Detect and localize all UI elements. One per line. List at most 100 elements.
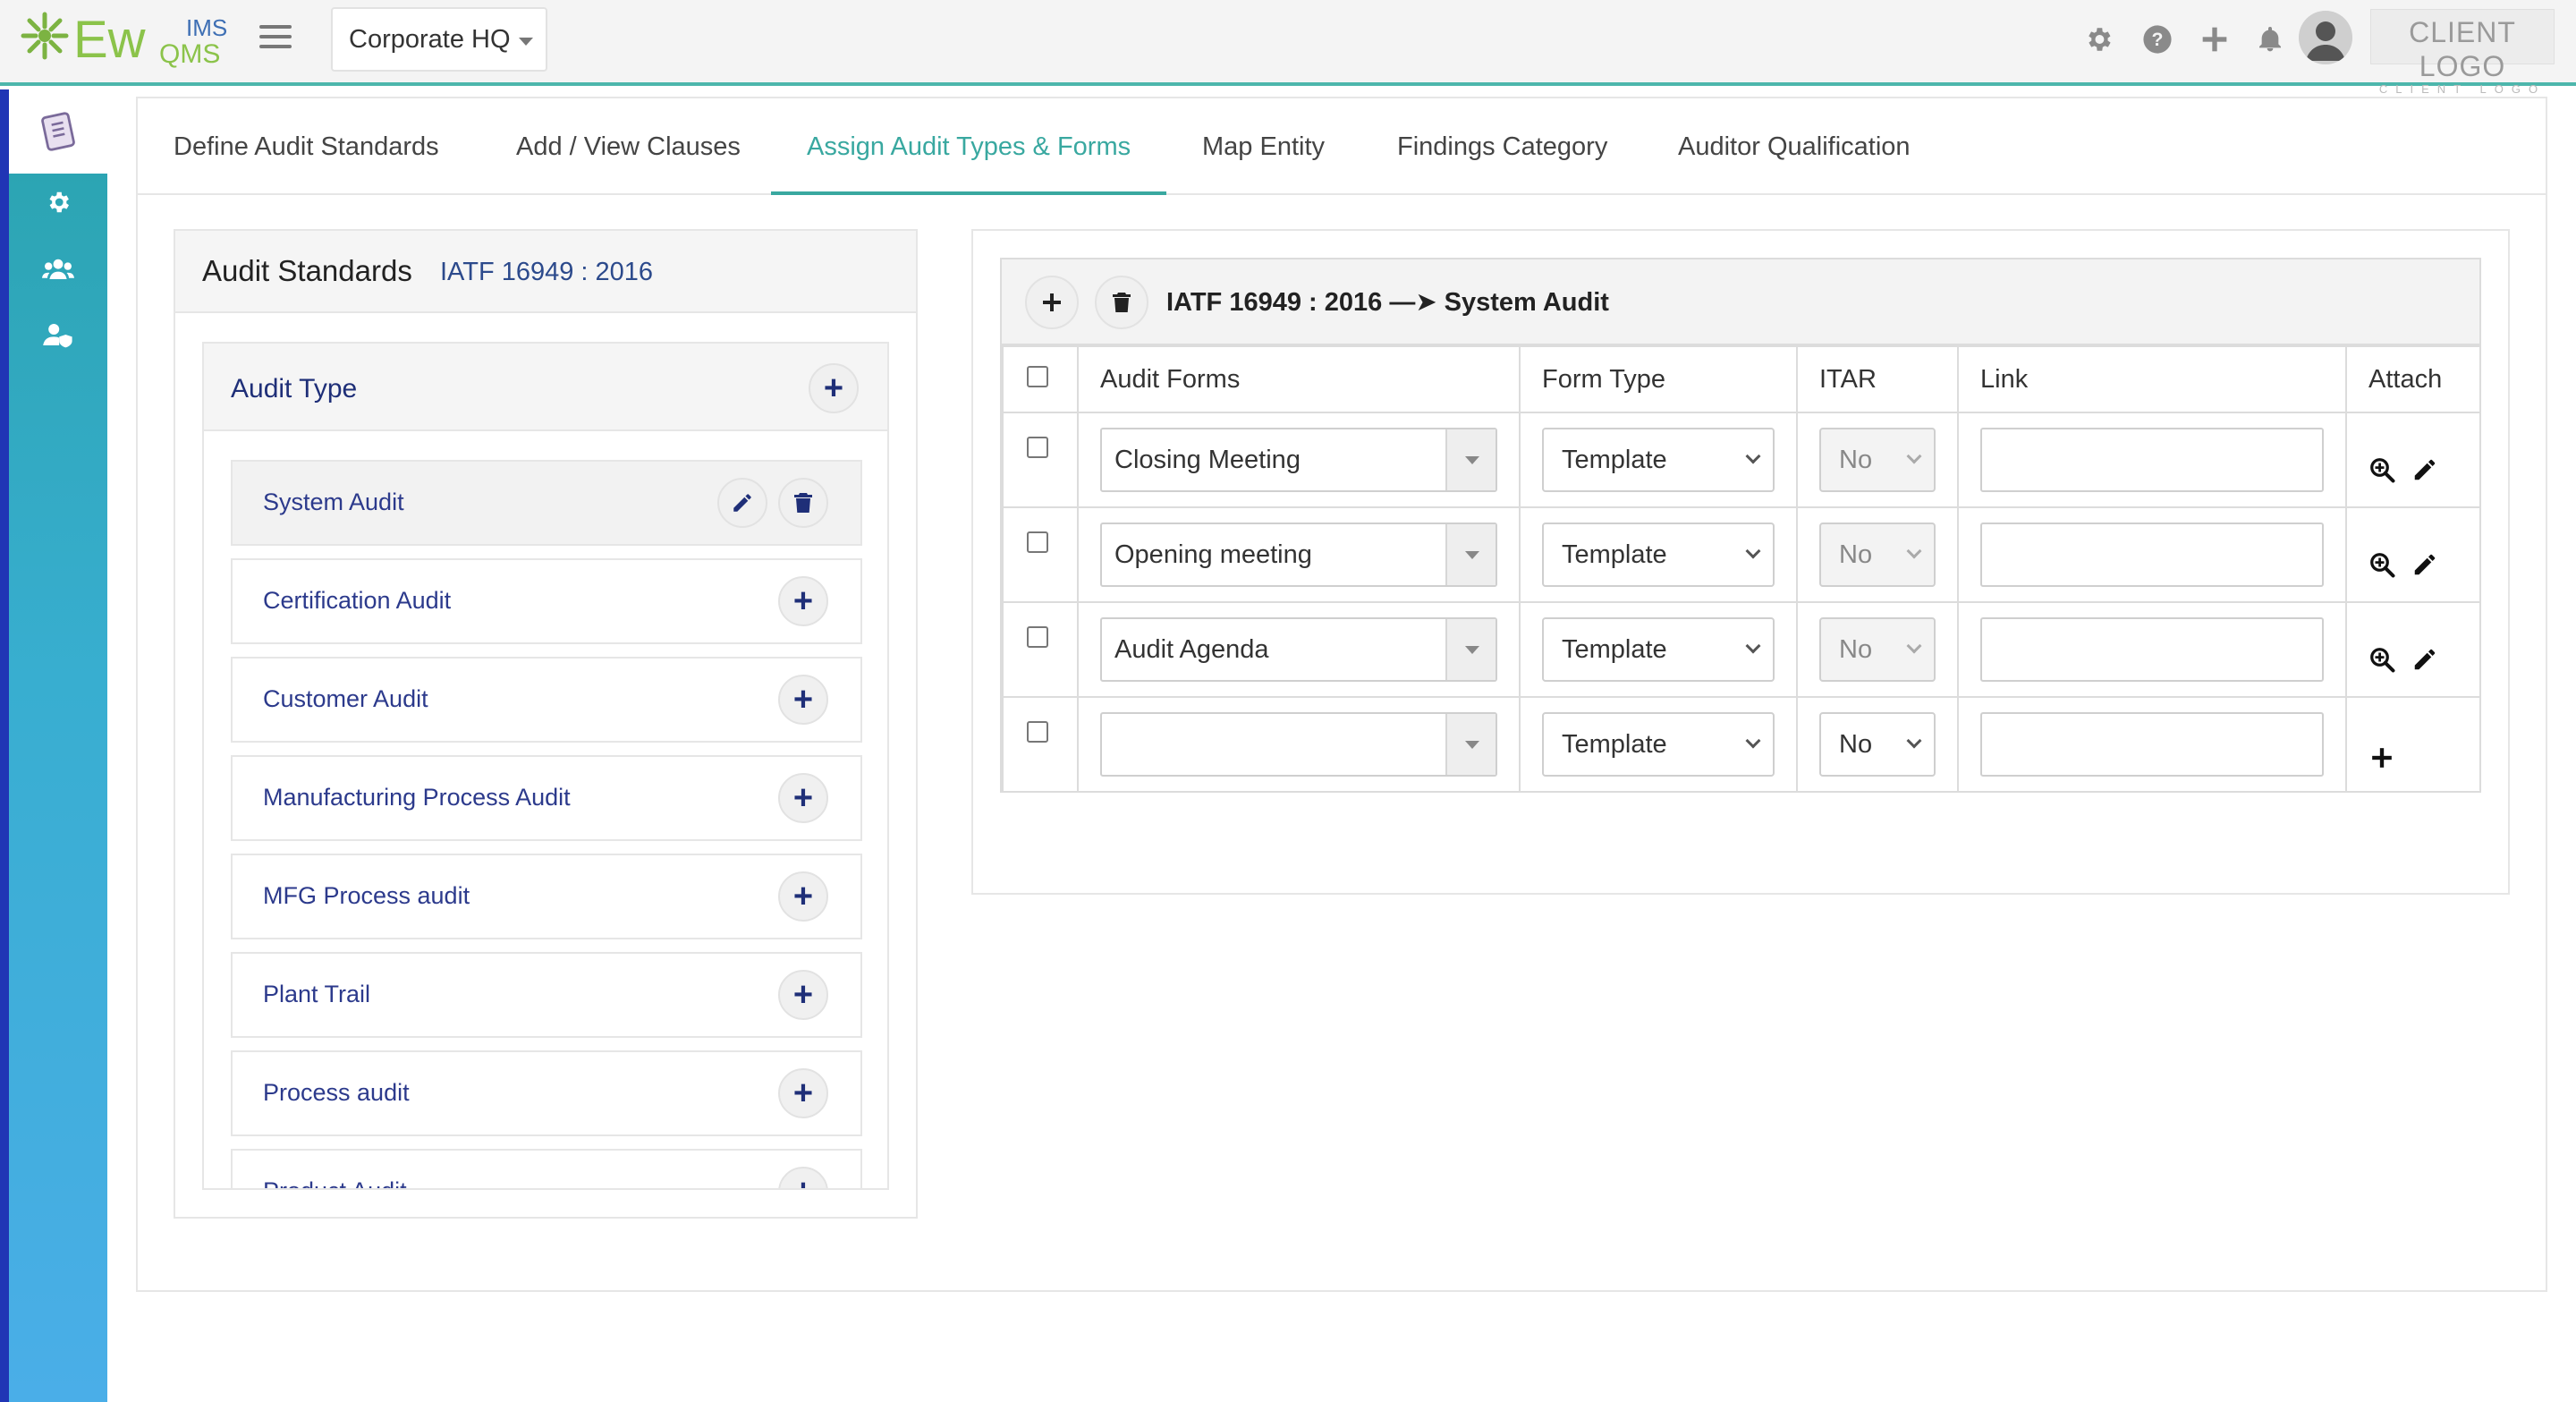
itar-select: No [1819,617,1936,682]
tab-assign-audit-types-forms[interactable]: Assign Audit Types & Forms [771,98,1167,195]
audit-type-item[interactable]: MFG Process audit + [231,854,862,939]
delete-rows-button[interactable] [1095,276,1148,329]
audit-type-list: Audit Type + System Audit Certification … [202,342,889,1190]
tab-findings-category[interactable]: Findings Category [1397,98,1607,195]
dropdown-toggle[interactable] [1445,524,1496,585]
tab-map-entity[interactable]: Map Entity [1202,98,1325,195]
form-type-select[interactable]: Template [1542,523,1775,587]
audit-form-combobox[interactable]: Opening meeting [1100,523,1497,587]
plus-icon: + [792,1075,814,1112]
row-checkbox[interactable] [1027,626,1048,648]
client-logo: CLIENT LOGO CLIENT LOGO [2370,9,2555,96]
form-type-select[interactable]: Template [1542,712,1775,777]
select-all-cell [1002,345,1079,413]
grid-toolbar: IATF 16949 : 2016 —➤ System Audit [1002,259,2479,345]
add-form-button[interactable]: + [778,576,828,626]
add-row-button[interactable] [1025,276,1079,329]
dropdown-toggle[interactable] [1445,619,1496,680]
svg-text:?: ? [2152,29,2164,50]
audit-form-combobox[interactable]: Audit Agenda [1100,617,1497,682]
caret-down-icon [1465,456,1479,464]
audit-type-item[interactable]: Customer Audit + [231,657,862,743]
settings-gear-icon [49,191,69,213]
tab-auditor-qualification[interactable]: Auditor Qualification [1678,98,1911,195]
user-shield-icon [43,324,72,348]
bell-icon[interactable] [2252,21,2288,57]
row-checkbox[interactable] [1027,531,1048,553]
caret-down-icon [1465,741,1479,749]
plus-icon: + [792,976,814,1014]
chevron-down-icon [1745,543,1761,559]
zoom-in-icon[interactable] [2368,646,2395,673]
rail-item-audit[interactable] [9,89,107,174]
add-form-button[interactable]: + [778,970,828,1020]
add-audit-type-button[interactable]: + [809,363,859,413]
tab-add-view-clauses[interactable]: Add / View Clauses [516,98,741,195]
rail-item-settings[interactable] [9,175,107,229]
link-input[interactable] [1980,523,2324,587]
pencil-icon[interactable] [2411,456,2438,483]
audit-document-icon [41,112,75,151]
location-select-value: Corporate HQ [349,25,511,54]
audit-type-item[interactable]: Process audit + [231,1050,862,1136]
itar-select: No [1819,428,1936,492]
user-avatar[interactable] [2299,11,2352,64]
link-input[interactable] [1980,617,2324,682]
location-select[interactable]: Corporate HQ [331,7,547,72]
help-icon[interactable]: ? [2140,21,2175,57]
pencil-icon[interactable] [2411,646,2438,673]
link-input[interactable] [1980,428,2324,492]
audit-type-item[interactable]: Plant Trail + [231,952,862,1038]
caret-down-icon [1465,551,1479,559]
delete-audit-type-button[interactable] [778,478,828,528]
audit-type-item[interactable]: Certification Audit + [231,558,862,644]
tab-define-audit-standards[interactable]: Define Audit Standards [174,98,439,195]
add-form-button[interactable]: + [778,1068,828,1118]
zoom-in-icon[interactable] [2368,551,2395,578]
zoom-in-icon[interactable] [2368,456,2395,483]
plus-icon: + [792,582,814,620]
col-attach: Attach [2345,345,2481,413]
caret-down-icon [1465,646,1479,654]
dropdown-toggle[interactable] [1445,429,1496,490]
add-form-button[interactable]: + [778,773,828,823]
selected-standard: IATF 16949 : 2016 [440,258,654,286]
audit-type-item[interactable]: System Audit [231,460,862,546]
logo-flower-icon [21,12,69,60]
svg-text:QMS: QMS [159,39,220,69]
add-form-button[interactable]: + [778,871,828,922]
form-type-select[interactable]: Template [1542,617,1775,682]
audit-form-combobox[interactable] [1100,712,1497,777]
edit-audit-type-button[interactable] [717,478,767,528]
menu-toggle-icon[interactable] [259,25,292,52]
plus-icon[interactable] [2197,21,2233,57]
audit-type-label: Audit Type [231,374,358,404]
audit-form-combobox[interactable]: Closing Meeting [1100,428,1497,492]
dropdown-toggle[interactable] [1445,714,1496,775]
add-form-button[interactable]: + [778,1167,828,1188]
row-checkbox[interactable] [1027,721,1048,743]
add-form-button[interactable]: + [778,675,828,725]
itar-select[interactable]: No [1819,712,1936,777]
form-type-select[interactable]: Template [1542,428,1775,492]
plus-icon: + [792,779,814,817]
gear-icon[interactable] [2080,21,2116,57]
table-row: Template No [1002,696,2481,793]
add-attachment-plus-icon[interactable] [2370,746,2394,769]
rail-item-user-security[interactable] [9,308,107,361]
audit-type-header: Audit Type + [204,344,887,431]
app-logo[interactable]: Ew IMS QMS [20,5,234,77]
plus-icon [1043,293,1061,311]
plus-icon: + [792,878,814,915]
chevron-down-icon [1906,638,1922,654]
audit-type-item[interactable]: Manufacturing Process Audit + [231,755,862,841]
plus-icon: + [793,1175,813,1188]
pencil-icon [733,494,751,512]
tab-bar: Define Audit Standards Add / View Clause… [138,98,2546,195]
pencil-icon[interactable] [2411,551,2438,578]
audit-type-item[interactable]: Product Audit + [231,1149,862,1188]
link-input[interactable] [1980,712,2324,777]
rail-item-groups[interactable] [9,242,107,295]
select-all-checkbox[interactable] [1027,365,1048,387]
row-checkbox[interactable] [1027,437,1048,458]
